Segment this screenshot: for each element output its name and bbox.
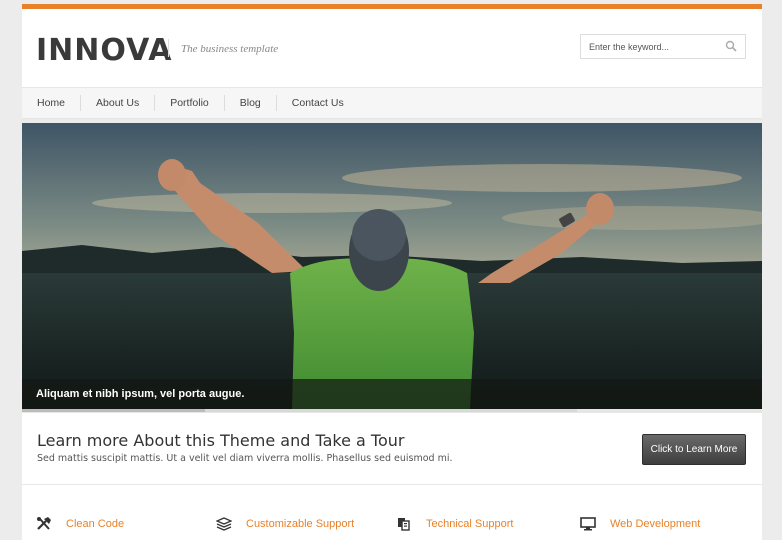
- layers-icon: [216, 517, 232, 531]
- tour-description: Sed mattis suscipit mattis. Ut a velit v…: [37, 453, 453, 464]
- feature-label: Technical Support: [426, 518, 514, 530]
- tour-title: Learn more About this Theme and Take a T…: [37, 431, 405, 450]
- nav-item-contact-us[interactable]: Contact Us: [277, 95, 359, 111]
- slider-progress-fill: [22, 409, 205, 412]
- tools-icon: [37, 517, 51, 530]
- search-input[interactable]: [581, 35, 721, 58]
- slider-caption: Aliquam et nibh ipsum, vel porta augue.: [22, 379, 762, 409]
- features-row: Clean Code Customizable Support Technica…: [22, 485, 762, 540]
- feature-clean-code[interactable]: Clean Code: [36, 517, 124, 531]
- site-logo[interactable]: INNOVA: [36, 33, 172, 68]
- learn-more-button[interactable]: Click to Learn More: [642, 434, 746, 465]
- feature-technical-support[interactable]: Technical Support: [396, 517, 513, 531]
- hero-image: [22, 123, 762, 409]
- nav-item-about-us[interactable]: About Us: [81, 95, 156, 111]
- search-icon[interactable]: [725, 40, 737, 52]
- feature-label: Web Development: [610, 518, 701, 530]
- hero-slider[interactable]: Aliquam et nibh ipsum, vel porta augue.: [22, 123, 762, 409]
- feature-customizable-support[interactable]: Customizable Support: [216, 517, 354, 531]
- nav-item-home[interactable]: Home: [22, 95, 82, 111]
- nav-item-portfolio[interactable]: Portfolio: [155, 95, 225, 111]
- feature-web-development[interactable]: Web Development: [580, 517, 700, 531]
- monitor-icon: [580, 517, 596, 531]
- search-box: [580, 34, 746, 59]
- documents-icon: [398, 518, 410, 531]
- feature-label: Customizable Support: [246, 518, 355, 530]
- site-tagline: The business template: [168, 39, 278, 57]
- site-header: INNOVA The business template: [22, 9, 762, 87]
- tour-section: Learn more About this Theme and Take a T…: [22, 413, 762, 485]
- page: INNOVA The business template Home About …: [22, 4, 762, 540]
- nav-item-blog[interactable]: Blog: [225, 95, 277, 111]
- main-navigation: Home About Us Portfolio Blog Contact Us: [22, 87, 762, 119]
- feature-label: Clean Code: [66, 518, 125, 530]
